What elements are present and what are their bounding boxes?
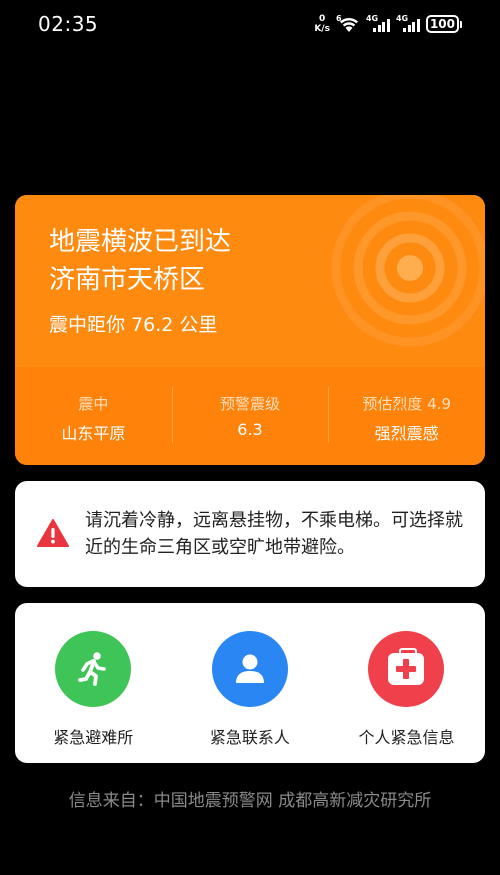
epicenter-distance: 震中距你 76.2 公里	[49, 314, 218, 336]
stat-value: 强烈震感	[374, 424, 439, 443]
warning-triangle-icon	[37, 519, 69, 547]
stat-epicenter: 震中 山东平原	[15, 367, 172, 465]
alert-title-line2: 济南市天桥区	[49, 265, 206, 295]
safety-advice-card: 请沉着冷静，远离悬挂物，不乘电梯。可选择就近的生命三角区或空旷地带避险。	[15, 481, 485, 587]
stat-value: 6.3	[237, 420, 263, 439]
sim2-signal-icon: 4G	[396, 14, 420, 34]
clock: 02:35	[38, 12, 99, 36]
action-label: 紧急联系人	[209, 728, 290, 747]
info-source: 信息来自：中国地震预警网 成都高新减灾研究所	[68, 791, 432, 811]
sim1-signal-icon: 4G	[366, 14, 390, 34]
alert-title-line1: 地震横波已到达	[49, 227, 232, 257]
stat-intensity: 预估烈度 4.9 强烈震感	[328, 367, 485, 465]
alert-header: 地震横波已到达 济南市天桥区 震中距你 76.2 公里	[15, 195, 485, 367]
safety-advice-text: 请沉着冷静，远离悬挂物，不乘电梯。可选择就近的生命三角区或空旷地带避险。	[85, 510, 463, 558]
battery-icon: 100	[425, 15, 462, 33]
network-speed-unit: K/s	[314, 24, 330, 34]
alert-stats: 震中 山东平原 预警震级 6.3 预估烈度 4.9 强烈震感	[15, 367, 485, 465]
alert-title: 地震横波已到达 济南市天桥区	[49, 223, 231, 299]
stat-label: 震中	[78, 395, 109, 413]
stat-label: 预估烈度 4.9	[362, 395, 451, 413]
action-label: 个人紧急信息	[358, 728, 455, 747]
personal-emergency-info-button[interactable]: 个人紧急信息	[328, 603, 485, 763]
stat-magnitude: 预警震级 6.3	[171, 367, 329, 465]
emergency-shelter-button[interactable]: 紧急避难所	[15, 603, 172, 763]
wifi-icon: 6	[336, 14, 360, 34]
status-icons: 0 K/s 6 4G 4G 100	[314, 12, 462, 36]
stat-label: 预警震级	[220, 395, 281, 413]
person-icon	[211, 631, 288, 707]
ripple-icon	[331, 195, 485, 347]
earthquake-alert-card: 地震横波已到达 济南市天桥区 震中距你 76.2 公里 震中 山东平原 预警震级…	[15, 195, 485, 465]
medkit-icon	[368, 631, 445, 707]
status-bar: 02:35 0 K/s 6 4G 4G 100	[0, 0, 500, 50]
emergency-actions-card: 紧急避难所 紧急联系人 个人紧急信息	[15, 603, 485, 763]
network-speed-indicator: 0 K/s	[314, 14, 330, 34]
running-person-icon	[55, 631, 132, 707]
stat-value: 山东平原	[61, 424, 126, 443]
battery-level: 100	[425, 15, 459, 33]
emergency-contacts-button[interactable]: 紧急联系人	[172, 603, 329, 763]
network-speed-value: 0	[318, 14, 326, 24]
action-label: 紧急避难所	[53, 728, 134, 747]
